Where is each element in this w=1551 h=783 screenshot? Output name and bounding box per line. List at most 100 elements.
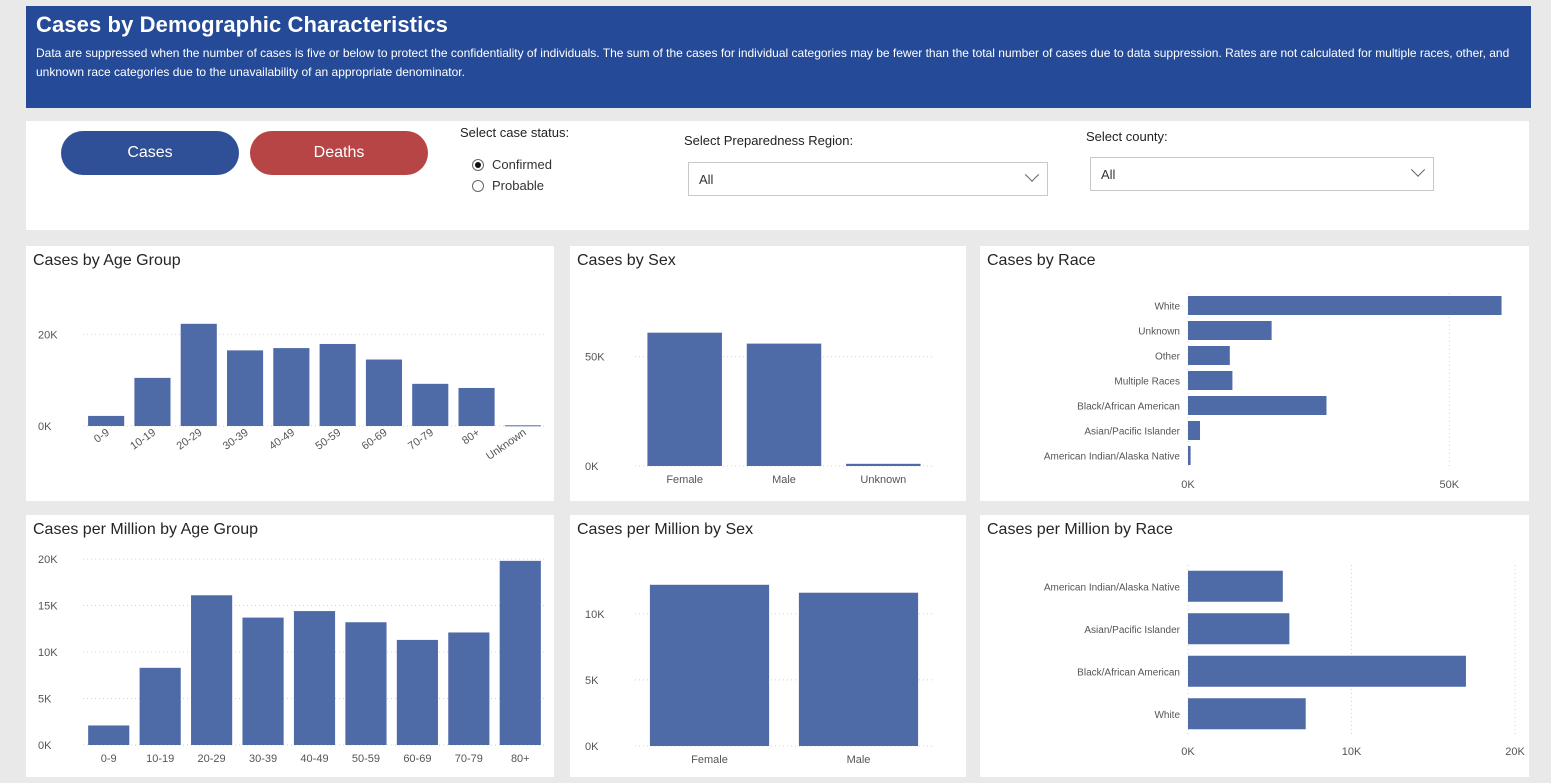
radio-probable[interactable]: Probable	[472, 178, 544, 193]
bar	[458, 387, 495, 426]
y-tick-label: 20K	[38, 554, 58, 566]
x-tick-label: Unknown	[484, 427, 528, 463]
chart-svg-sex-rate: 0K 5K 10K Female Male	[585, 584, 933, 766]
radio-probable-label: Probable	[492, 178, 545, 193]
bar	[647, 332, 722, 466]
bar	[504, 425, 541, 427]
y-tick-label: 15K	[38, 601, 58, 613]
chart-rate-by-race: Cases per Million by Race 0K 10K 20K Americ…	[980, 515, 1529, 777]
y-tick-label: Multiple Races	[1114, 377, 1180, 388]
bar	[499, 560, 541, 745]
x-tick-label: 70-79	[455, 753, 483, 765]
y-tick-label: White	[1154, 710, 1180, 721]
y-tick-label: 0K	[585, 461, 599, 473]
x-tick-label: Female	[691, 754, 728, 766]
case-status-label: Select case status:	[460, 125, 570, 140]
county-dropdown[interactable]: All	[1090, 157, 1434, 191]
region-value: All	[699, 171, 714, 187]
bar	[1188, 346, 1230, 365]
x-tick-label: 20-29	[175, 427, 205, 453]
x-tick-label: 50-59	[313, 427, 343, 453]
chevron-down-icon	[1024, 167, 1040, 182]
radio-confirmed[interactable]: Confirmed	[472, 157, 552, 172]
bar	[649, 584, 770, 746]
chart-svg-race-rate: 0K 10K 20K American Indian/Alaska Native Asi…	[1044, 565, 1525, 758]
radio-selected-icon	[472, 158, 484, 171]
y-tick-label: 20K	[38, 329, 58, 341]
x-tick-label: 10K	[1342, 746, 1362, 758]
radio-confirmed-label: Confirmed	[492, 157, 552, 172]
x-tick-label: 30-39	[249, 753, 277, 765]
y-tick-label: Black/African American	[1077, 667, 1180, 678]
bar	[1188, 421, 1201, 440]
chevron-down-icon	[1410, 162, 1426, 177]
bar	[273, 348, 310, 426]
y-tick-label: Other	[1155, 352, 1181, 363]
x-tick-label: 50-59	[352, 753, 380, 765]
bar	[139, 667, 181, 745]
x-tick-label: 10-19	[128, 427, 158, 453]
x-tick-label: Male	[847, 754, 871, 766]
chart-cases-by-age: Cases by Age Group 0K 20K 0-9 10-19 20-29 30-…	[26, 246, 554, 501]
x-tick-label: Unknown	[860, 474, 906, 486]
x-tick-label: 40-49	[300, 753, 328, 765]
bar	[319, 343, 356, 426]
x-tick-label: 30-39	[221, 427, 251, 453]
page-description: Data are suppressed when the number of c…	[36, 46, 1510, 79]
bar	[191, 595, 233, 745]
y-tick-label: Unknown	[1138, 327, 1180, 338]
bar	[242, 617, 284, 745]
x-tick-label: 0K	[1181, 479, 1195, 491]
x-tick-label: 20-29	[198, 753, 226, 765]
bar	[88, 725, 130, 745]
y-tick-label: American Indian/Alaska Native	[1044, 582, 1181, 593]
region-label: Select Preparedness Region:	[684, 133, 854, 148]
y-tick-label: 0K	[38, 740, 52, 752]
radio-unselected-icon	[472, 179, 484, 192]
region-dropdown[interactable]: All	[688, 162, 1048, 196]
x-tick-label: 70-79	[406, 427, 436, 453]
bar	[134, 377, 171, 426]
deaths-button[interactable]: Deaths	[250, 131, 428, 175]
y-tick-label: Black/African American	[1077, 402, 1180, 413]
x-tick-label: 0-9	[92, 427, 112, 446]
y-tick-label: White	[1154, 302, 1180, 313]
bar	[1188, 446, 1191, 465]
y-tick-label: 10K	[585, 609, 605, 621]
x-tick-label: 80+	[460, 427, 482, 448]
x-tick-label: 50K	[1440, 479, 1460, 491]
bar	[1188, 698, 1306, 730]
y-tick-label: Asian/Pacific Islander	[1084, 427, 1180, 438]
chart-cases-by-sex: Cases by Sex 0K 50K Female Male Unknown	[570, 246, 966, 501]
chart-cases-by-race: Cases by Race 0K 50K White Unknown Other Mult…	[980, 246, 1529, 501]
y-tick-label: 5K	[38, 694, 52, 706]
x-tick-label: 20K	[1505, 746, 1525, 758]
bar	[746, 343, 822, 466]
y-tick-label: 0K	[38, 421, 52, 433]
bar	[1188, 396, 1327, 415]
bar	[226, 350, 264, 426]
bar	[396, 639, 438, 745]
report-header: Cases by Demographic Characteristics Dat…	[26, 6, 1531, 108]
bar	[345, 622, 387, 745]
bar	[798, 592, 919, 746]
chart-svg-age-rate: 0K 5K 10K 15K 20K 0-9 10-19 20-29 30-39 40-49 50-5…	[38, 554, 546, 765]
bar	[1188, 570, 1283, 602]
y-tick-label: Asian/Pacific Islander	[1084, 625, 1180, 636]
chart-svg-sex: 0K 50K Female Male Unknown	[585, 332, 933, 486]
y-tick-label: 5K	[585, 675, 599, 687]
y-tick-label: 50K	[585, 352, 605, 364]
bar	[1188, 613, 1290, 645]
chart-svg-age: 0K 20K 0-9 10-19 20-29 30-39 40-49 50-59 60-69 70…	[38, 323, 546, 463]
bar	[448, 632, 490, 745]
chart-rate-by-sex: Cases per Million by Sex 0K 5K 10K Female Ma…	[570, 515, 966, 777]
y-tick-label: 0K	[585, 741, 599, 753]
bar	[846, 463, 921, 466]
x-tick-label: 40-49	[267, 427, 297, 453]
county-label: Select county:	[1086, 129, 1168, 144]
filter-bar: Cases Deaths Select case status: Confirm…	[26, 121, 1529, 230]
bar	[1188, 655, 1466, 687]
chart-rate-by-age: Cases per Million by Age Group 0K 5K 10K 15…	[26, 515, 554, 777]
bar	[180, 323, 217, 426]
cases-button[interactable]: Cases	[61, 131, 239, 175]
